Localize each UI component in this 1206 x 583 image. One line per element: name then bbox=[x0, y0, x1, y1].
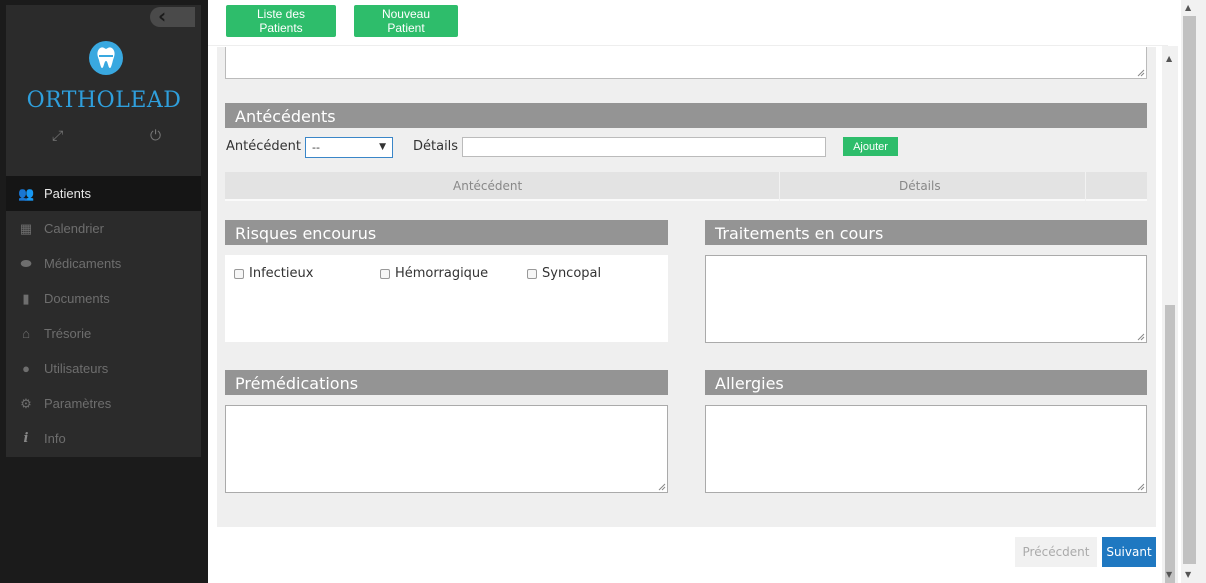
power-icon[interactable]: ⏻ bbox=[150, 128, 161, 144]
checkbox-icon[interactable] bbox=[380, 268, 390, 279]
chevron-left-icon: ‹ bbox=[158, 4, 167, 28]
details-input[interactable] bbox=[462, 137, 826, 157]
treasury-icon: ⌂ bbox=[22, 326, 30, 341]
antecedents-table-header: Antécédent Détails bbox=[225, 172, 1147, 201]
brand-name: ORTHOLEAD bbox=[26, 88, 182, 113]
resize-handle-icon[interactable] bbox=[1137, 69, 1145, 77]
checkbox-infectieux[interactable]: Infectieux bbox=[234, 266, 313, 281]
checkbox-label: Infectieux bbox=[249, 266, 314, 281]
patients-icon: 👥 bbox=[18, 185, 35, 201]
sidebar-item-label: Médicaments bbox=[44, 256, 122, 271]
resize-handle-icon[interactable] bbox=[1137, 333, 1145, 341]
page-scrollbar-thumb[interactable] bbox=[1183, 16, 1196, 564]
inner-scrollbar-thumb[interactable] bbox=[1165, 305, 1175, 583]
premedications-header: Prémédications bbox=[225, 370, 668, 395]
checkbox-icon[interactable] bbox=[527, 268, 537, 279]
caret-down-icon: ▼ bbox=[379, 142, 386, 152]
checkbox-label: Syncopal bbox=[542, 266, 602, 281]
sidebar-item-calendrier[interactable]: ▦ Calendrier bbox=[6, 211, 201, 246]
info-icon: i bbox=[23, 431, 29, 446]
column-header-details: Détails bbox=[899, 179, 941, 193]
sidebar-item-label: Documents bbox=[44, 291, 110, 306]
previous-textarea[interactable] bbox=[225, 47, 1147, 79]
collapse-sidebar-button[interactable]: ‹ bbox=[150, 4, 195, 28]
antecedent-select[interactable]: -- ▼ bbox=[305, 137, 393, 158]
new-patient-button[interactable]: Nouveau Patient bbox=[354, 5, 458, 37]
traitements-header: Traitements en cours bbox=[705, 220, 1147, 245]
checkbox-syncopal[interactable]: Syncopal bbox=[527, 266, 601, 281]
column-header-antecedent: Antécédent bbox=[453, 179, 523, 193]
sidebar-item-label: Trésorie bbox=[44, 326, 92, 341]
page-scrollbar[interactable]: ▲ ▼ bbox=[1181, 0, 1206, 583]
sidebar-item-label: Calendrier bbox=[44, 221, 104, 236]
checkbox-icon[interactable] bbox=[234, 268, 244, 279]
column-divider bbox=[1085, 172, 1086, 201]
document-icon: ▮ bbox=[22, 290, 30, 306]
checkbox-label: Hémorragique bbox=[395, 266, 489, 281]
sidebar-item-info[interactable]: i Info bbox=[6, 421, 201, 456]
scroll-down-icon[interactable]: ▼ bbox=[1166, 570, 1172, 579]
sidebar-item-label: Utilisateurs bbox=[44, 361, 109, 376]
inner-scrollbar[interactable]: ▲ ▼ bbox=[1162, 46, 1178, 583]
tooth-logo-icon bbox=[89, 41, 123, 75]
sidebar: ‹ ORTHOLEAD ⤢ ⏻ 👥 Patients ▦ Calendrier … bbox=[0, 0, 208, 583]
resize-handle-icon[interactable] bbox=[1137, 483, 1145, 491]
risques-header: Risques encourus bbox=[225, 220, 668, 245]
sidebar-item-tresorie[interactable]: ⌂ Trésorie bbox=[6, 316, 201, 351]
next-button[interactable]: Suivant bbox=[1102, 537, 1156, 567]
top-toolbar: Liste des Patients Nouveau Patient bbox=[208, 0, 1168, 46]
checkbox-hemorragique[interactable]: Hémorragique bbox=[380, 266, 488, 281]
sidebar-item-utilisateurs[interactable]: ● Utilisateurs bbox=[6, 351, 201, 386]
sidebar-item-label: Patients bbox=[44, 186, 91, 201]
antecedent-select-value: -- bbox=[312, 141, 320, 154]
scroll-down-icon[interactable]: ▼ bbox=[1185, 570, 1191, 579]
sidebar-nav: 👥 Patients ▦ Calendrier ⬬ Médicaments ▮ … bbox=[6, 176, 201, 456]
settings-icon: ⚙ bbox=[20, 395, 32, 411]
antecedents-header: Antécédents bbox=[225, 103, 1147, 128]
sidebar-item-documents[interactable]: ▮ Documents bbox=[6, 281, 201, 316]
calendar-icon: ▦ bbox=[19, 220, 33, 236]
sidebar-item-label: Info bbox=[44, 431, 66, 446]
traitements-textarea[interactable] bbox=[705, 255, 1147, 343]
scroll-up-icon[interactable]: ▲ bbox=[1185, 3, 1191, 12]
details-label: Détails bbox=[413, 139, 459, 154]
previous-button[interactable]: Précécdent bbox=[1015, 537, 1097, 567]
premedications-textarea[interactable] bbox=[225, 405, 668, 493]
patient-list-button[interactable]: Liste des Patients bbox=[226, 5, 336, 37]
allergies-textarea[interactable] bbox=[705, 405, 1147, 493]
sidebar-item-patients[interactable]: 👥 Patients bbox=[6, 176, 201, 211]
sidebar-item-parametres[interactable]: ⚙ Paramètres bbox=[6, 386, 201, 421]
add-antecedent-button[interactable]: Ajouter bbox=[843, 137, 898, 156]
resize-handle-icon[interactable] bbox=[658, 483, 666, 491]
sidebar-item-label: Paramètres bbox=[44, 396, 112, 411]
pill-icon: ⬬ bbox=[20, 255, 32, 271]
user-icon: ● bbox=[22, 361, 30, 376]
antecedent-label: Antécédent bbox=[226, 139, 301, 154]
expand-icon[interactable]: ⤢ bbox=[52, 128, 63, 144]
column-divider bbox=[779, 172, 780, 201]
sidebar-item-medicaments[interactable]: ⬬ Médicaments bbox=[6, 246, 201, 281]
scroll-up-icon[interactable]: ▲ bbox=[1166, 54, 1172, 63]
allergies-header: Allergies bbox=[705, 370, 1147, 395]
